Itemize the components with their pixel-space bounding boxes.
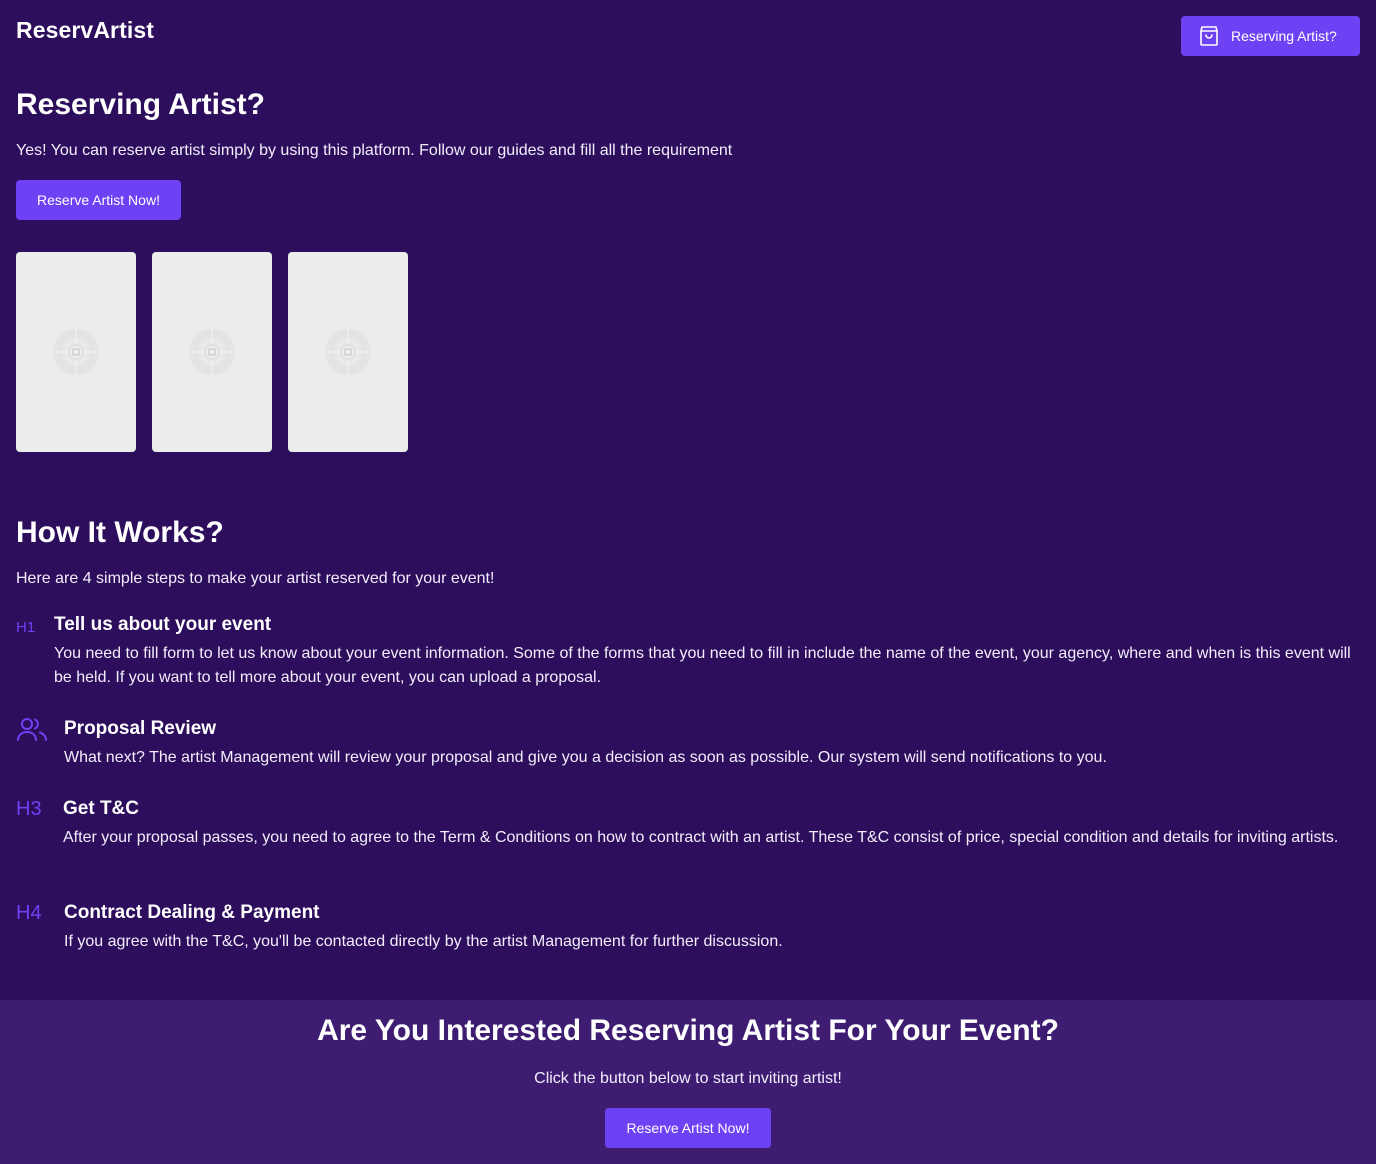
- how-it-works-intro: Here are 4 simple steps to make your art…: [16, 570, 495, 587]
- heading-4-icon-text: H4: [16, 902, 42, 924]
- artist-image-placeholder[interactable]: [288, 252, 408, 452]
- cta-text: Click the button below to start inviting…: [534, 1070, 842, 1087]
- step-text: What next? The artist Management will re…: [64, 749, 1107, 766]
- users-icon: [16, 716, 48, 747]
- artist-gallery: [16, 252, 408, 452]
- cta-title: Are You Interested Reserving Artist For …: [317, 1014, 1059, 1047]
- cta-section: Are You Interested Reserving Artist For …: [0, 1000, 1376, 1164]
- hero-description: Yes! You can reserve artist simply by us…: [16, 142, 733, 159]
- step-title: Tell us about your event: [54, 614, 272, 635]
- step-text: After your proposal passes, you need to …: [63, 829, 1339, 846]
- step-title: Get T&C: [63, 798, 139, 819]
- artist-image-placeholder[interactable]: [152, 252, 272, 452]
- step-title: Contract Dealing & Payment: [64, 902, 320, 923]
- cta-reserve-artist-button[interactable]: Reserve Artist Now!: [605, 1108, 771, 1148]
- brand-logo[interactable]: ReservArtist: [16, 17, 154, 44]
- artist-image-placeholder[interactable]: [16, 252, 136, 452]
- shopping-bag-icon: [1200, 26, 1218, 46]
- reserving-artist-button-label: Reserving Artist?: [1231, 28, 1337, 44]
- site-header: ReservArtist Reserving Artist?: [0, 0, 1376, 72]
- image-placeholder-icon: [189, 329, 235, 375]
- step-title: Proposal Review: [64, 718, 217, 739]
- step-text: If you agree with the T&C, you'll be con…: [64, 933, 783, 950]
- heading-1-icon: H1: [16, 616, 35, 640]
- image-placeholder-icon: [325, 329, 371, 375]
- heading-3-icon-text: H3: [16, 798, 42, 820]
- heading-1-icon-text: H1: [16, 619, 36, 636]
- heading-3-icon: H3: [16, 797, 42, 821]
- reserving-artist-button[interactable]: Reserving Artist?: [1181, 16, 1360, 56]
- reserve-artist-now-button[interactable]: Reserve Artist Now!: [16, 180, 181, 220]
- hero-title: Reserving Artist?: [16, 88, 265, 121]
- step-text: You need to fill form to let us know abo…: [54, 645, 1351, 686]
- image-placeholder-icon: [53, 329, 99, 375]
- heading-4-icon: H4: [16, 901, 42, 925]
- how-it-works-title: How It Works?: [16, 516, 224, 549]
